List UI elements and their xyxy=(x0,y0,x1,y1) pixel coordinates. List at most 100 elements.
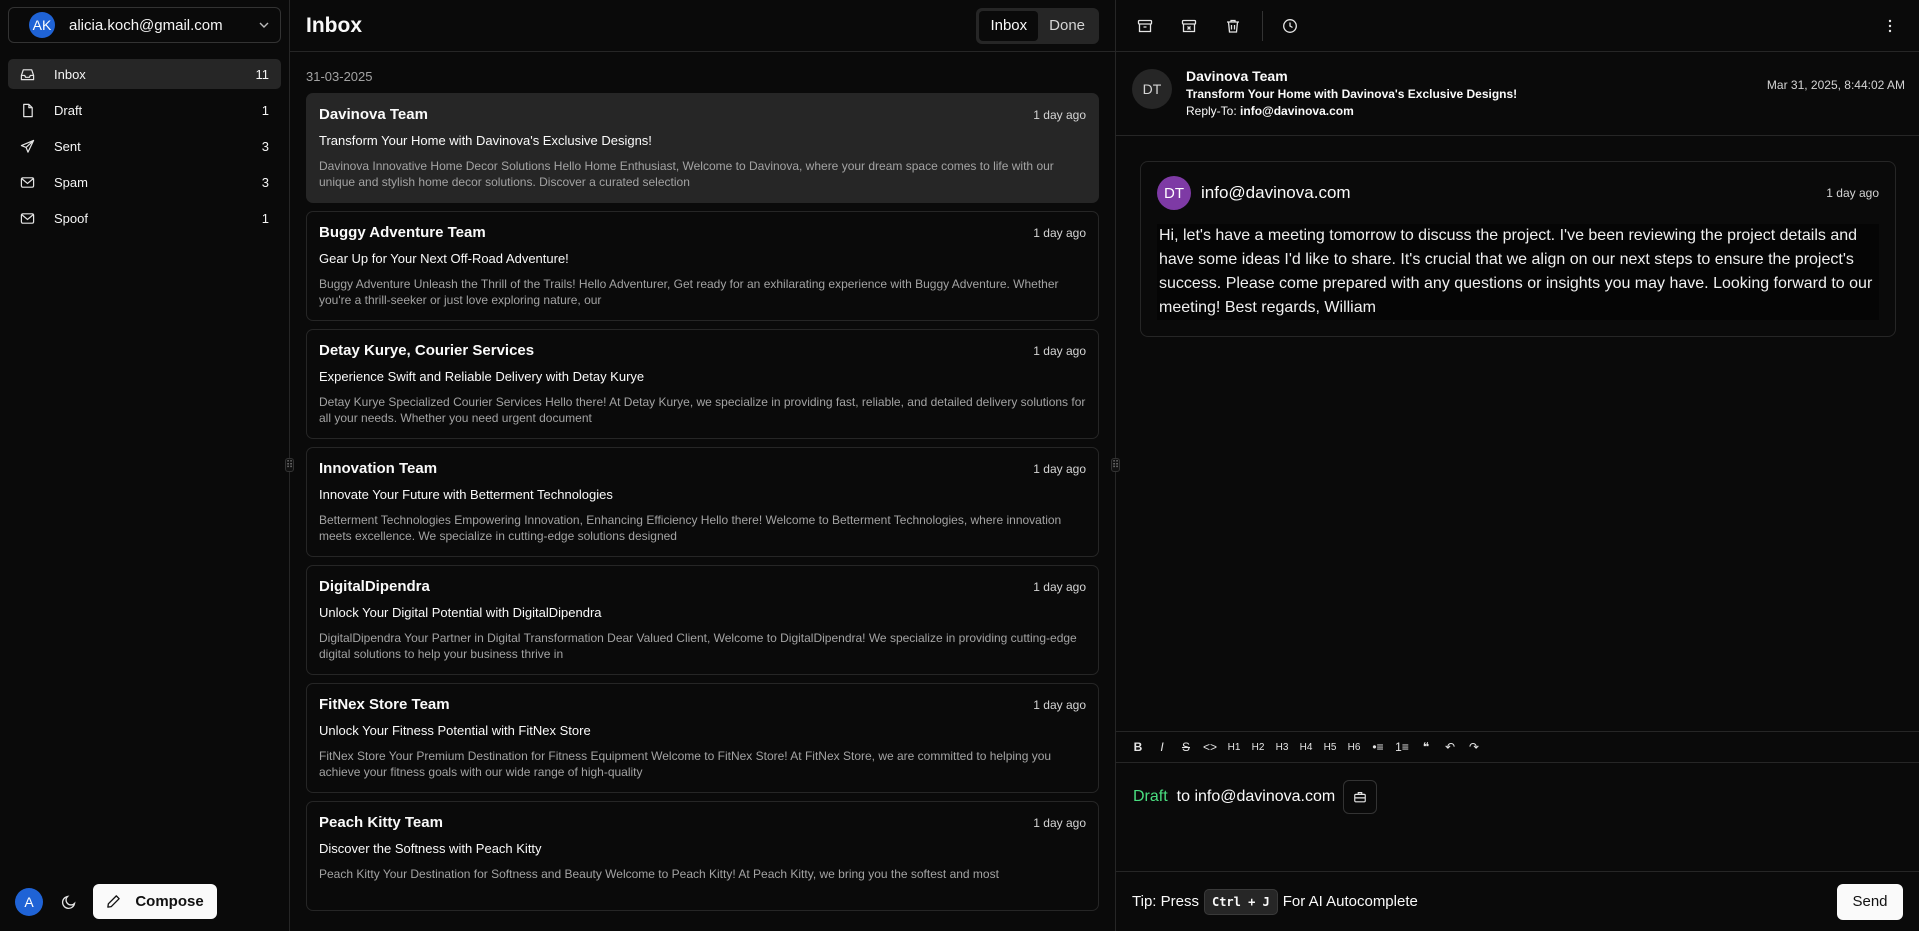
send-icon xyxy=(20,138,36,154)
compose-label: Compose xyxy=(135,893,204,910)
account-email: alicia.koch@gmail.com xyxy=(69,16,223,34)
bullet-list-icon: •≡ xyxy=(1372,740,1384,754)
delete-button[interactable] xyxy=(1218,11,1248,41)
heading-6-button[interactable]: H6 xyxy=(1344,737,1364,757)
list-item[interactable]: Davinova Team 1 day ago Transform Your Ho… xyxy=(306,93,1099,203)
bullet-list-button[interactable]: •≡ xyxy=(1368,737,1388,757)
account-switcher[interactable]: AK alicia.koch@gmail.com xyxy=(8,7,281,43)
message-header-info: Davinova Team Transform Your Home with D… xyxy=(1186,68,1767,135)
sidebar: AK alicia.koch@gmail.com Inbox 11 Draft … xyxy=(0,0,290,931)
sidebar-item-count: 1 xyxy=(261,102,269,118)
message-list-pane: Inbox Inbox Done 31-03-2025 Davinova Tea… xyxy=(285,0,1120,931)
code-icon: <> xyxy=(1202,740,1217,754)
sidebar-item-count: 3 xyxy=(261,174,269,190)
message-time: 1 day ago xyxy=(1033,461,1086,476)
draft-recipient: to info@davinova.com xyxy=(1176,788,1336,805)
italic-icon: I xyxy=(1160,740,1164,754)
compose-button[interactable]: Compose xyxy=(93,884,217,919)
sidebar-item-spoof[interactable]: Spoof 1 xyxy=(8,203,281,233)
more-vertical-icon xyxy=(1888,19,1892,32)
resize-handle-left[interactable]: ⠿ xyxy=(285,458,294,472)
editor-toolbar: B I S <> H1 H2 H3 H4 H5 H6 •≡ 1≡ ❝ ↶ ↷ xyxy=(1116,731,1919,763)
message-preview: Davinova Innovative Home Decor Solutions… xyxy=(319,159,1054,189)
theme-toggle-button[interactable] xyxy=(55,888,83,916)
undo-icon: ↶ xyxy=(1444,740,1456,754)
heading-4-button[interactable]: H4 xyxy=(1296,737,1316,757)
ordered-list-button[interactable]: 1≡ xyxy=(1392,737,1412,757)
message-reader: DT Davinova Team Transform Your Home wit… xyxy=(1116,0,1919,931)
header-date: Mar 31, 2025, 8:44:02 AM xyxy=(1766,78,1905,92)
message-time: 1 day ago xyxy=(1033,225,1086,240)
list-item[interactable]: Buggy Adventure Team 1 day ago Gear Up fo… xyxy=(306,211,1099,321)
tab-done[interactable]: Done xyxy=(1038,11,1096,41)
sidebar-item-sent[interactable]: Sent 3 xyxy=(8,131,281,161)
sidebar-item-label: Spam xyxy=(54,174,88,190)
archive-button[interactable] xyxy=(1130,11,1160,41)
pencil-icon xyxy=(107,895,121,908)
chevron-down-icon xyxy=(259,22,269,28)
tip-suffix: For AI Autocomplete xyxy=(1282,893,1418,910)
sidebar-item-inbox[interactable]: Inbox 11 xyxy=(8,59,281,89)
italic-button[interactable]: I xyxy=(1152,737,1172,757)
list-item[interactable]: DigitalDipendra 1 day ago Unlock Your Dig… xyxy=(306,565,1099,675)
redo-button[interactable]: ↷ xyxy=(1464,737,1484,757)
heading-3-button[interactable]: H3 xyxy=(1272,737,1292,757)
message-subject: Unlock Your Digital Potential with Digit… xyxy=(319,605,602,620)
send-button[interactable]: Send xyxy=(1837,883,1903,920)
message-card: DT info@davinova.com 1 day ago Hi, let's… xyxy=(1140,161,1896,337)
card-sender: info@davinova.com xyxy=(1201,183,1351,202)
card-time: 1 day ago xyxy=(1826,186,1879,200)
list-item[interactable]: Peach Kitty Team 1 day ago Discover the S… xyxy=(306,801,1099,911)
draft-label: Draft xyxy=(1133,788,1168,805)
heading-1-icon: H1 xyxy=(1227,741,1241,753)
snooze-button[interactable] xyxy=(1275,11,1305,41)
undo-button[interactable]: ↶ xyxy=(1440,737,1460,757)
message-sender: Davinova Team xyxy=(319,106,428,123)
strikethrough-button[interactable]: S xyxy=(1176,737,1196,757)
bold-button[interactable]: B xyxy=(1128,737,1148,757)
user-avatar[interactable]: A xyxy=(15,887,43,916)
blockquote-button[interactable]: ❝ xyxy=(1416,737,1436,757)
clock-icon xyxy=(1283,18,1297,33)
message-time: 1 day ago xyxy=(1033,815,1086,830)
heading-2-button[interactable]: H2 xyxy=(1248,737,1268,757)
mail-app: AK alicia.koch@gmail.com Inbox 11 Draft … xyxy=(0,0,1919,931)
briefcase-icon xyxy=(1354,792,1367,803)
mail-icon xyxy=(20,210,36,226)
file-icon xyxy=(20,102,36,118)
message-preview: Peach Kitty Your Destination for Softnes… xyxy=(319,867,999,881)
message-preview: DigitalDipendra Your Partner in Digital … xyxy=(319,631,1077,661)
header-reply-to: Reply-To: info@davinova.com xyxy=(1186,104,1767,118)
bold-icon: B xyxy=(1133,740,1143,754)
sidebar-nav: Inbox 11 Draft 1 Sent 3 Spam 3 Spoof 1 xyxy=(0,59,289,239)
message-preview: Detay Kurye Specialized Courier Services… xyxy=(319,395,1086,425)
list-item[interactable]: FitNex Store Team 1 day ago Unlock Your F… xyxy=(306,683,1099,793)
message-preview: Buggy Adventure Unleash the Thrill of th… xyxy=(319,277,1059,307)
code-button[interactable]: <> xyxy=(1200,737,1220,757)
page-title: Inbox xyxy=(306,13,362,37)
message-sender: Peach Kitty Team xyxy=(319,814,443,831)
heading-1-button[interactable]: H1 xyxy=(1224,737,1244,757)
sidebar-item-draft[interactable]: Draft 1 xyxy=(8,95,281,125)
list-item[interactable]: Innovation Team 1 day ago Innovate Your F… xyxy=(306,447,1099,557)
message-subject: Gear Up for Your Next Off-Road Adventure… xyxy=(319,251,569,266)
sidebar-item-spam[interactable]: Spam 3 xyxy=(8,167,281,197)
sidebar-footer: A Compose xyxy=(15,884,217,919)
tab-inbox[interactable]: Inbox xyxy=(979,10,1039,41)
tip-prefix: Tip: Press xyxy=(1132,893,1199,910)
quote-icon: ❝ xyxy=(1422,740,1430,754)
list-item[interactable]: Detay Kurye, Courier Services 1 day ago E… xyxy=(306,329,1099,439)
message-sender: FitNex Store Team xyxy=(319,696,450,713)
attach-button[interactable] xyxy=(1343,780,1378,814)
message-time: 1 day ago xyxy=(1033,343,1086,358)
heading-5-button[interactable]: H5 xyxy=(1320,737,1340,757)
ordered-list-icon: 1≡ xyxy=(1395,740,1409,754)
reply-draft[interactable]: Draft to info@davinova.com xyxy=(1133,780,1378,814)
more-options-button[interactable] xyxy=(1875,11,1905,41)
message-sender: Innovation Team xyxy=(319,460,438,477)
message-time: 1 day ago xyxy=(1033,697,1086,712)
message-sender: Buggy Adventure Team xyxy=(319,224,486,241)
move-to-junk-button[interactable] xyxy=(1174,11,1204,41)
heading-3-icon: H3 xyxy=(1275,741,1289,753)
archive-icon xyxy=(1137,19,1153,32)
